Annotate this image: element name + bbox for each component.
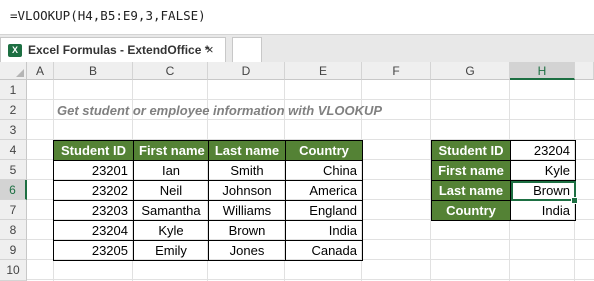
lookup-row: First name Kyle <box>431 160 576 181</box>
cell[interactable]: Neil <box>133 180 209 201</box>
cell[interactable]: India <box>285 220 363 241</box>
lookup-value-last-name[interactable]: Brown <box>510 180 576 201</box>
formula-bar[interactable]: =VLOOKUP(H4,B5:E9,3,FALSE) <box>0 0 594 35</box>
select-all-button[interactable] <box>0 62 27 80</box>
cell[interactable]: China <box>285 160 363 181</box>
col-header-g[interactable]: G <box>431 62 510 80</box>
cell[interactable]: 23203 <box>53 200 134 221</box>
table-row: 23203 Samantha Williams England <box>53 200 363 221</box>
header-first-name[interactable]: First name <box>133 140 209 161</box>
row-header-2[interactable]: 2 <box>0 100 27 120</box>
table-row: 23205 Emily Jones Canada <box>53 240 363 261</box>
lookup-row: Last name Brown <box>431 180 576 201</box>
student-table: Student ID First name Last name Country … <box>53 140 363 261</box>
lookup-label-student-id[interactable]: Student ID <box>431 140 511 161</box>
cell[interactable]: 23202 <box>53 180 134 201</box>
cell[interactable]: Smith <box>208 160 286 181</box>
row-header-9[interactable]: 9 <box>0 240 27 260</box>
cell[interactable]: Samantha <box>133 200 209 221</box>
cell[interactable]: 23201 <box>53 160 134 181</box>
row-header-6[interactable]: 6 <box>0 180 27 200</box>
close-icon[interactable]: × <box>206 42 214 57</box>
col-header-c[interactable]: C <box>133 62 208 80</box>
excel-icon: X <box>8 44 22 57</box>
col-header-f[interactable]: F <box>362 62 431 80</box>
sheet-title[interactable]: Get student or employee information with… <box>57 103 382 118</box>
col-header-b[interactable]: B <box>54 62 133 80</box>
row-header-10[interactable]: 10 <box>0 260 27 281</box>
tab-bar: X Excel Formulas - ExtendOffice * × <box>0 35 594 63</box>
cell[interactable]: England <box>285 200 363 221</box>
lookup-value-student-id[interactable]: 23204 <box>510 140 576 161</box>
tab-workbook[interactable]: X Excel Formulas - ExtendOffice * × <box>0 37 226 62</box>
table-row: 23202 Neil Johnson America <box>53 180 363 201</box>
table-header-row: Student ID First name Last name Country <box>53 140 363 161</box>
table-row: 23201 Ian Smith China <box>53 160 363 181</box>
lookup-row: Country India <box>431 200 576 221</box>
row-header-4[interactable]: 4 <box>0 140 27 160</box>
gridline <box>27 279 594 280</box>
gridline <box>27 99 594 100</box>
cell[interactable]: Emily <box>133 240 209 261</box>
lookup-value-country[interactable]: India <box>510 200 576 221</box>
cell[interactable]: Williams <box>208 200 286 221</box>
lookup-label-country[interactable]: Country <box>431 200 511 221</box>
cell[interactable]: Canada <box>285 240 363 261</box>
header-student-id[interactable]: Student ID <box>53 140 134 161</box>
row-header-5[interactable]: 5 <box>0 160 27 180</box>
lookup-row: Student ID 23204 <box>431 140 576 161</box>
lookup-value-first-name[interactable]: Kyle <box>510 160 576 181</box>
cell[interactable]: Ian <box>133 160 209 181</box>
col-header-d[interactable]: D <box>208 62 285 80</box>
gridline <box>27 119 594 120</box>
cell[interactable]: America <box>285 180 363 201</box>
header-last-name[interactable]: Last name <box>208 140 286 161</box>
lookup-label-first-name[interactable]: First name <box>431 160 511 181</box>
row-header-7[interactable]: 7 <box>0 200 27 220</box>
table-row: 23204 Kyle Brown India <box>53 220 363 241</box>
row-header-1[interactable]: 1 <box>0 80 27 100</box>
lookup-label-last-name[interactable]: Last name <box>431 180 511 201</box>
cell[interactable]: 23204 <box>53 220 134 241</box>
cell[interactable]: Jones <box>208 240 286 261</box>
cell[interactable]: Johnson <box>208 180 286 201</box>
col-header-e[interactable]: E <box>285 62 362 80</box>
cell[interactable]: 23205 <box>53 240 134 261</box>
lookup-table: Student ID 23204 First name Kyle Last na… <box>431 140 576 221</box>
col-header-h[interactable]: H <box>510 62 575 80</box>
spreadsheet-grid[interactable]: A B C D E F G H 1 2 3 4 5 6 7 8 9 10 Get… <box>0 62 594 281</box>
cell[interactable]: Kyle <box>133 220 209 241</box>
row-header-8[interactable]: 8 <box>0 220 27 240</box>
cell[interactable]: Brown <box>208 220 286 241</box>
tab-label: Excel Formulas - ExtendOffice * <box>28 43 210 57</box>
row-header-3[interactable]: 3 <box>0 120 27 140</box>
col-header-a[interactable]: A <box>27 62 54 80</box>
formula-text[interactable]: =VLOOKUP(H4,B5:E9,3,FALSE) <box>10 8 206 23</box>
new-tab-button[interactable] <box>232 37 262 62</box>
header-country[interactable]: Country <box>285 140 363 161</box>
select-all-icon <box>16 69 24 77</box>
col-header-i[interactable] <box>575 62 594 80</box>
fill-handle[interactable] <box>571 197 578 204</box>
